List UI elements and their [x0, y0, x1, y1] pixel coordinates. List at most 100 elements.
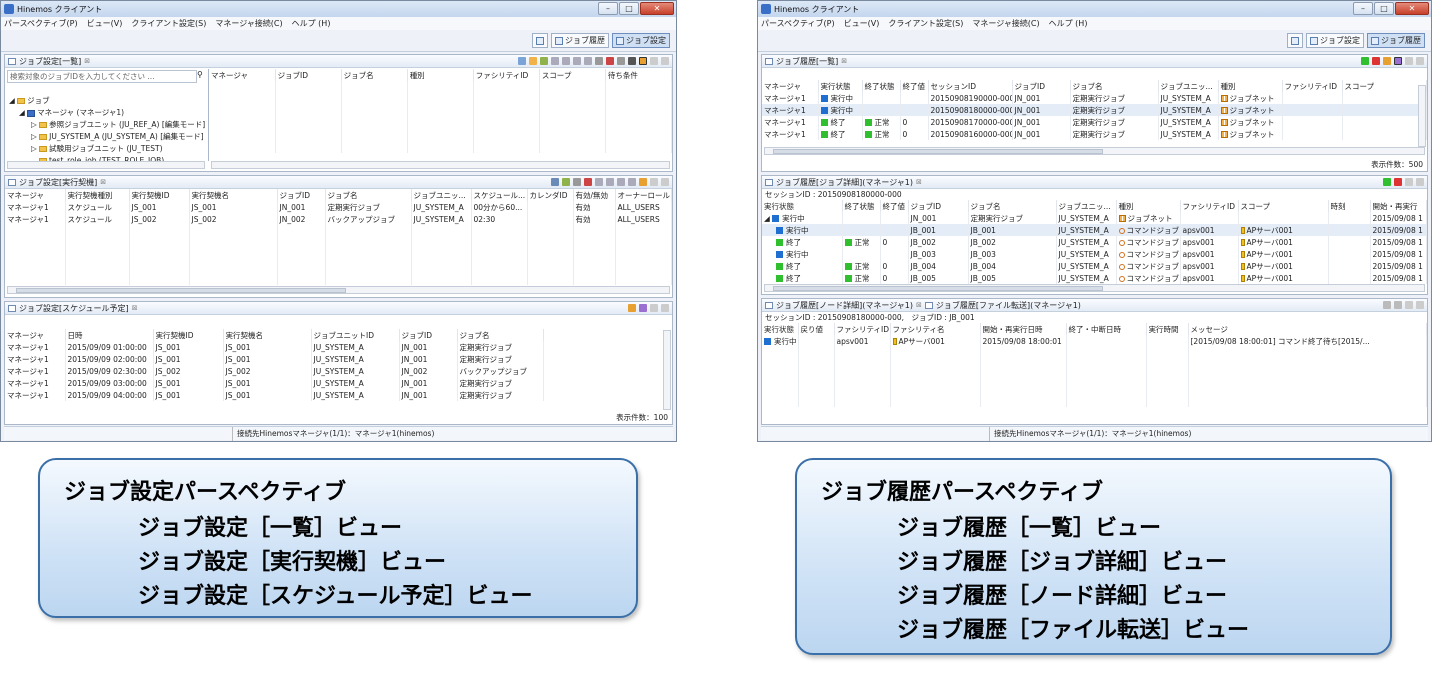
menu-help[interactable]: ヘルプ (H): [1049, 18, 1088, 29]
start-icon[interactable]: [1361, 57, 1369, 65]
detail-hscrollbar[interactable]: [764, 284, 1425, 292]
menu-perspective[interactable]: パースペクティブ(P): [4, 18, 78, 29]
start-icon[interactable]: [1383, 301, 1391, 309]
column-header[interactable]: 実行時間: [1146, 323, 1189, 335]
menu-client-settings[interactable]: クライアント設定(S): [131, 18, 206, 29]
filter-icon[interactable]: [639, 304, 647, 312]
tree-item-jobunit[interactable]: ▷ JU_SYSTEM_A (JU_SYSTEM_A) [編集モード]: [7, 131, 207, 143]
view-tab[interactable]: ジョブ履歴[一覧] ⊠: [762, 55, 1427, 68]
view-tab[interactable]: ジョブ設定[実行契機] ⊠: [5, 176, 672, 189]
column-header[interactable]: ジョブユニッ...: [1158, 80, 1219, 92]
open-perspective-button[interactable]: [1287, 33, 1303, 48]
menu-view[interactable]: ビュー(V): [844, 18, 880, 29]
column-header[interactable]: マネージャ: [5, 329, 66, 341]
column-header[interactable]: ジョブユニッ...: [411, 189, 472, 201]
column-header[interactable]: 実行契機名: [223, 329, 312, 341]
column-header[interactable]: マネージャ: [209, 69, 276, 81]
column-header[interactable]: ジョブ名: [1070, 80, 1159, 92]
close-button[interactable]: ✕: [640, 2, 674, 15]
column-header[interactable]: 開始・再実行: [1370, 200, 1427, 212]
perspective-job-history[interactable]: ジョブ履歴: [1367, 33, 1425, 48]
close-tab-icon[interactable]: ⊠: [916, 301, 922, 309]
column-header[interactable]: スコープ: [1342, 80, 1427, 92]
menu-client-settings[interactable]: クライアント設定(S): [888, 18, 963, 29]
column-header[interactable]: ジョブID: [277, 189, 326, 201]
expand-toggle-icon[interactable]: ◢: [764, 214, 772, 223]
kick-hscrollbar[interactable]: [7, 286, 670, 294]
schedule-vscrollbar[interactable]: [663, 330, 671, 410]
table-row[interactable]: 終了 正常 0 JB_004 JB_004 JU_SYSTEM_A コマンドジョブ apsv0…: [762, 260, 1427, 272]
refresh-icon[interactable]: [639, 57, 647, 65]
minimize-view-icon[interactable]: [1405, 57, 1413, 65]
table-row[interactable]: マネージャ1 実行中 20150908190000-000 JN_001 定期実行ジョブ…: [762, 92, 1427, 104]
maximize-button[interactable]: □: [1374, 2, 1394, 15]
column-header[interactable]: スコープ: [1238, 200, 1329, 212]
perspective-job-history[interactable]: ジョブ履歴: [551, 33, 609, 48]
copy-icon[interactable]: [595, 178, 603, 186]
search-icon[interactable]: ⚲: [197, 70, 203, 79]
column-header[interactable]: ジョブ名: [325, 189, 412, 201]
column-header[interactable]: ジョブID: [399, 329, 458, 341]
column-header[interactable]: ジョブ名: [457, 329, 544, 341]
table-row[interactable]: ◢ 実行中 JN_001 定期実行ジョブ JU_SYSTEM_A ジョブネット 2015/…: [762, 212, 1427, 224]
maximize-view-icon[interactable]: [661, 178, 669, 186]
table-row[interactable]: 終了 正常 0 JB_002 JB_002 JU_SYSTEM_A コマンドジョブ apsv0…: [762, 236, 1427, 248]
view-tab[interactable]: ジョブ設定[一覧] ⊠: [5, 55, 672, 68]
stop-icon[interactable]: [1372, 57, 1380, 65]
column-header[interactable]: 有効/無効: [573, 189, 616, 201]
column-header[interactable]: ジョブID: [275, 69, 342, 81]
menu-manager-connect[interactable]: マネージャ接続(C): [972, 18, 1039, 29]
history-vscrollbar[interactable]: [1418, 85, 1426, 147]
column-header[interactable]: 実行契機ID: [129, 189, 190, 201]
table-hscrollbar[interactable]: [211, 161, 670, 169]
close-tab-icon[interactable]: ⊠: [916, 178, 922, 186]
menu-manager-connect[interactable]: マネージャ接続(C): [215, 18, 282, 29]
table-row[interactable]: マネージャ1 実行中 20150908180000-000 JN_001 定期実行ジョブ…: [762, 104, 1427, 116]
column-header[interactable]: オーナーロール: [615, 189, 672, 201]
column-header[interactable]: マネージャ: [762, 80, 819, 92]
minimize-view-icon[interactable]: [650, 178, 658, 186]
column-header[interactable]: カレンダID: [527, 189, 574, 201]
column-header[interactable]: ファシリティID: [473, 69, 540, 81]
maximize-view-icon[interactable]: [1416, 301, 1424, 309]
column-header[interactable]: 実行状態: [762, 200, 843, 212]
tab-file-transfer[interactable]: ジョブ履歴[ファイル転送](マネージャ1): [936, 300, 1081, 311]
column-header[interactable]: 種別: [1218, 80, 1283, 92]
refresh-icon[interactable]: [1383, 57, 1391, 65]
enable-icon[interactable]: [606, 178, 614, 186]
column-header[interactable]: メッセージ: [1188, 323, 1427, 335]
start-icon[interactable]: [1383, 178, 1391, 186]
maximize-view-icon[interactable]: [661, 304, 669, 312]
column-header[interactable]: 実行契機種別: [65, 189, 130, 201]
delete-icon[interactable]: [606, 57, 614, 65]
column-header[interactable]: ファシリティID: [834, 323, 891, 335]
tree-item-jobunit[interactable]: ▷ 参照ジョブユニット (JU_REF_A) [編集モード]: [7, 119, 207, 131]
column-header[interactable]: 実行契機名: [189, 189, 278, 201]
tab-node-detail[interactable]: ジョブ履歴[ノード詳細](マネージャ1): [776, 300, 913, 311]
close-tab-icon[interactable]: ⊠: [100, 178, 106, 186]
delete-icon[interactable]: [584, 178, 592, 186]
filter-icon[interactable]: [1394, 57, 1402, 65]
column-header[interactable]: スケジュール...: [471, 189, 528, 201]
column-header[interactable]: 終了値: [880, 200, 909, 212]
perspective-job-settings[interactable]: ジョブ設定: [612, 33, 670, 48]
maximize-button[interactable]: □: [619, 2, 639, 15]
open-perspective-button[interactable]: [532, 33, 548, 48]
view-tab[interactable]: ジョブ履歴[ジョブ詳細](マネージャ1) ⊠: [762, 176, 1427, 189]
menu-help[interactable]: ヘルプ (H): [292, 18, 331, 29]
stop-icon[interactable]: [1394, 178, 1402, 186]
job-search-input[interactable]: 検索対象のジョブIDを入力してください ...: [7, 70, 197, 83]
column-header[interactable]: 時刻: [1328, 200, 1371, 212]
column-header[interactable]: 実行契機ID: [153, 329, 224, 341]
run-icon[interactable]: [628, 57, 636, 65]
column-header[interactable]: 種別: [407, 69, 474, 81]
column-header[interactable]: スコープ: [539, 69, 606, 81]
column-header[interactable]: ジョブユニットID: [311, 329, 400, 341]
minimize-button[interactable]: –: [1353, 2, 1373, 15]
table-row[interactable]: マネージャ1 2015/09/09 02:30:00 JS_002 JS_002 JU_…: [5, 365, 672, 377]
close-tab-icon[interactable]: ⊠: [132, 304, 138, 312]
column-header[interactable]: 戻り値: [798, 323, 835, 335]
close-tab-icon[interactable]: ⊠: [841, 57, 847, 65]
add-icon[interactable]: [529, 57, 537, 65]
edit-icon[interactable]: [573, 178, 581, 186]
